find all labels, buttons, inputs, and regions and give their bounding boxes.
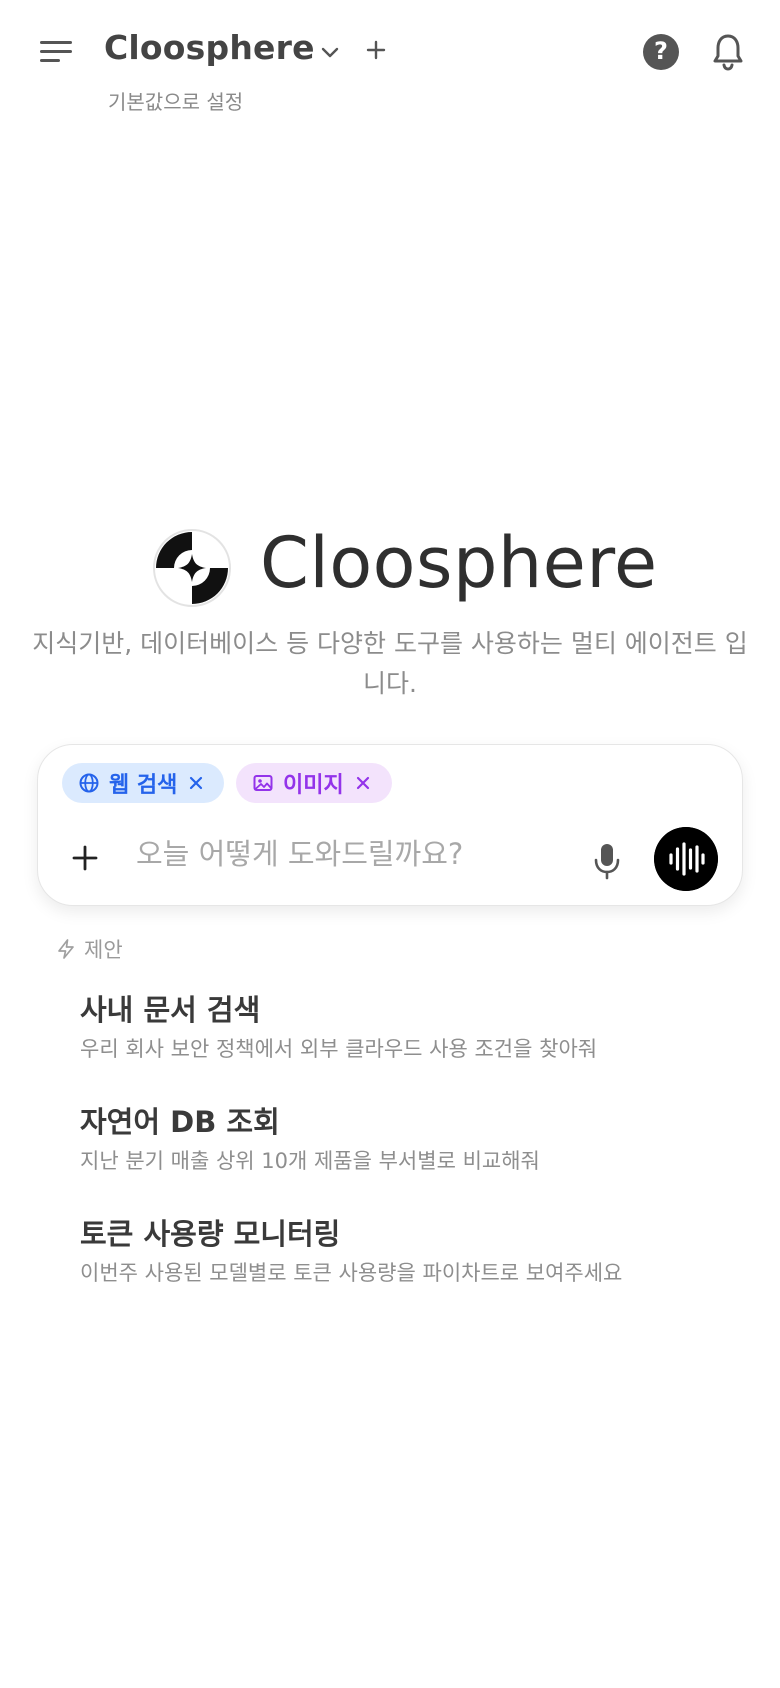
cloosphere-logo-icon [153, 529, 231, 607]
suggestion-description: 지난 분기 매출 상위 10개 제품을 부서별로 비교해줘 [80, 1149, 540, 1173]
suggestions-heading: 제안 [56, 934, 123, 964]
suggestion-title: 자연어 DB 조회 [80, 1105, 280, 1139]
set-default-link[interactable]: 기본값으로 설정 [108, 86, 243, 115]
image-icon [253, 775, 273, 791]
suggestions-heading-label: 제안 [84, 938, 123, 962]
lightning-icon [58, 939, 74, 959]
suggestion-item[interactable]: 사내 문서 검색 우리 회사 보안 정책에서 외부 클라우드 사용 조건을 찾아… [80, 990, 720, 1066]
menu-icon[interactable] [36, 34, 76, 70]
image-chip-label: 이미지 [283, 773, 344, 798]
suggestion-title: 사내 문서 검색 [80, 993, 261, 1027]
help-icon[interactable]: ? [643, 34, 679, 70]
globe-icon [79, 773, 99, 793]
suggestion-item[interactable]: 토큰 사용량 모니터링 이번주 사용된 모델별로 토큰 사용량을 파이차트로 보… [80, 1214, 720, 1290]
prompt-input[interactable] [136, 829, 516, 879]
microphone-icon[interactable] [592, 841, 622, 881]
top-bar: Cloosphere 기본값으로 설정 ? [0, 0, 780, 130]
suggestion-title: 토큰 사용량 모니터링 [80, 1217, 341, 1251]
image-chip[interactable]: 이미지 [236, 763, 392, 803]
web-search-chip[interactable]: 웹 검색 [62, 763, 224, 803]
suggestion-description: 우리 회사 보안 정책에서 외부 클라우드 사용 조건을 찾아줘 [80, 1037, 598, 1061]
close-icon[interactable] [354, 774, 372, 792]
model-selector-title[interactable]: Cloosphere [104, 28, 315, 67]
close-icon[interactable] [187, 774, 205, 792]
bell-icon[interactable] [710, 32, 746, 72]
chevron-down-icon[interactable] [318, 40, 342, 64]
suggestion-description: 이번주 사용된 모델별로 토큰 사용량을 파이차트로 보여주세요 [80, 1261, 623, 1285]
attach-plus-icon[interactable] [70, 843, 100, 873]
voice-mode-icon[interactable] [654, 827, 718, 891]
web-search-chip-label: 웹 검색 [109, 773, 178, 798]
suggestion-item[interactable]: 자연어 DB 조회 지난 분기 매출 상위 10개 제품을 부서별로 비교해줘 [80, 1102, 720, 1178]
hero-subtitle: 지식기반, 데이터베이스 등 다양한 도구를 사용하는 멀티 에이전트 입니다. [32, 629, 748, 698]
prompt-card: 웹 검색 이미지 [37, 744, 743, 906]
chat-home-page: Cloosphere 기본값으로 설정 ? Cloosphere 지식기반, 데… [0, 0, 780, 1688]
hero-title: Cloosphere [260, 522, 658, 604]
add-model-icon[interactable] [362, 36, 390, 64]
help-glyph: ? [654, 37, 668, 65]
